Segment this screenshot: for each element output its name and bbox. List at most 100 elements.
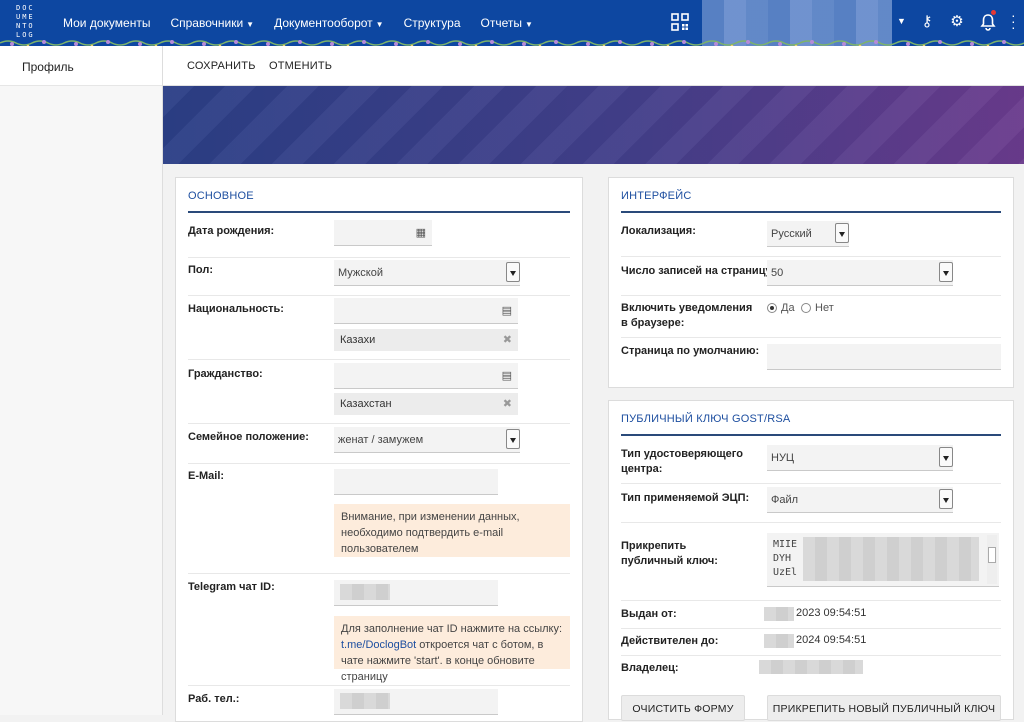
nav-label: Документооборот — [274, 16, 373, 30]
ca-type-select[interactable]: НУЦ — [767, 445, 953, 471]
eds-type-select[interactable]: Файл — [767, 487, 953, 513]
remove-icon[interactable]: ✖ — [503, 397, 512, 410]
nav-workflow[interactable]: Документооборот ▼ — [274, 16, 384, 30]
marital-status-select[interactable]: женат / замужем — [334, 427, 520, 453]
card-title-rule — [621, 434, 1001, 436]
notifications-no-radio[interactable] — [801, 303, 811, 313]
telegram-bot-link[interactable]: t.me/DoclogBot — [341, 639, 416, 651]
default-page-field[interactable] — [767, 344, 1001, 370]
notification-dot — [991, 10, 996, 15]
nationality-search-field[interactable]: ▤ — [334, 298, 518, 324]
card-title: ОСНОВНОЕ — [188, 190, 254, 202]
gender-select[interactable]: Мужской — [334, 260, 520, 286]
ca-type-label: Тип удостоверяющего центра: — [621, 448, 743, 475]
row-divider — [188, 295, 570, 296]
book-icon[interactable]: ▤ — [502, 369, 512, 382]
public-key-textarea[interactable]: MIIE DYH UzEl — [767, 533, 999, 587]
ca-type-value: НУЦ — [771, 452, 795, 464]
logo-line: NTO — [16, 22, 35, 30]
page-size-select[interactable]: 50 — [767, 260, 953, 286]
calendar-icon[interactable]: ▦ — [416, 226, 426, 239]
action-bar: СОХРАНИТЬ ОТМЕНИТЬ — [163, 46, 1024, 86]
sidebar: Профиль — [0, 46, 163, 715]
work-phone-redacted — [340, 693, 390, 709]
issued-from-value: 2023 09:54:51 — [796, 607, 867, 619]
row-divider — [621, 295, 1001, 296]
save-button[interactable]: СОХРАНИТЬ — [187, 60, 256, 72]
textarea-scrollbar[interactable] — [987, 535, 997, 584]
row-divider — [621, 483, 1001, 484]
nav-directories[interactable]: Справочники ▼ — [170, 16, 254, 30]
citizenship-value: Казахстан — [340, 398, 392, 410]
chevron-down-icon[interactable] — [939, 489, 953, 509]
attach-new-key-button[interactable]: ПРИКРЕПИТЬ НОВЫЙ ПУБЛИЧНЫЙ КЛЮЧ — [767, 695, 1001, 721]
issued-date-redacted — [764, 607, 794, 621]
gender-label: Пол: — [188, 264, 214, 276]
locale-label: Локализация: — [621, 225, 696, 237]
marital-status-value: женат / замужем — [338, 434, 424, 446]
row-divider — [621, 256, 1001, 257]
app-logo[interactable]: DOC UME NTO LOG — [16, 4, 46, 42]
row-divider — [188, 463, 570, 464]
locale-select[interactable]: Русский — [767, 221, 849, 247]
telegram-id-redacted — [340, 584, 390, 600]
chevron-down-icon[interactable] — [939, 262, 953, 282]
notifications-yes-label: Да — [781, 302, 795, 314]
birth-date-label: Дата рождения: — [188, 225, 275, 237]
card-title-rule — [188, 211, 570, 213]
nav-reports[interactable]: Отчеты ▼ — [481, 16, 533, 30]
row-divider — [188, 257, 570, 258]
citizenship-chip: Казахстан ✖ — [334, 393, 518, 415]
telegram-field[interactable] — [334, 580, 498, 606]
notifications-yes-radio[interactable] — [767, 303, 777, 313]
nationality-chip: Казахи ✖ — [334, 329, 518, 351]
birth-date-field[interactable]: ▦ — [334, 220, 432, 246]
locale-value: Русский — [771, 228, 812, 240]
citizenship-search-field[interactable]: ▤ — [334, 363, 518, 389]
chevron-down-icon[interactable] — [939, 447, 953, 467]
chevron-down-icon[interactable] — [506, 262, 520, 282]
telegram-label: Telegram чат ID: — [188, 581, 275, 593]
nav-structure[interactable]: Структура — [404, 16, 461, 30]
user-menu-caret-icon[interactable]: ▼ — [897, 16, 906, 26]
chevron-down-icon[interactable] — [506, 429, 520, 449]
row-divider — [621, 337, 1001, 338]
row-divider — [188, 359, 570, 360]
logo-line: UME — [16, 13, 35, 21]
clear-form-button[interactable]: ОЧИСТИТЬ ФОРМУ — [621, 695, 745, 721]
work-phone-field[interactable] — [334, 689, 498, 715]
row-divider — [621, 522, 1001, 523]
page-size-value: 50 — [771, 267, 784, 279]
card-title: ПУБЛИЧНЫЙ КЛЮЧ GOST/RSA — [621, 413, 791, 425]
nationality-value: Казахи — [340, 334, 376, 346]
remove-icon[interactable]: ✖ — [503, 333, 512, 346]
nav-my-documents[interactable]: Мои документы — [63, 16, 150, 30]
more-vertical-icon[interactable]: · · · — [1011, 8, 1016, 34]
caret-down-icon: ▼ — [525, 20, 533, 29]
sidebar-item-label: Профиль — [22, 60, 74, 74]
cancel-button[interactable]: ОТМЕНИТЬ — [269, 60, 332, 72]
telegram-hint-text: Для заполнение чат ID нажмите на ссылку: — [341, 623, 563, 635]
interface-card: ИНТЕРФЕЙС Локализация: Русский Число зап… — [608, 177, 1014, 388]
caret-down-icon: ▼ — [375, 20, 384, 29]
chevron-down-icon[interactable] — [835, 223, 849, 243]
bell-icon[interactable] — [979, 13, 997, 31]
card-title-rule — [621, 211, 1001, 213]
owner-redacted — [759, 660, 863, 674]
key-icon[interactable]: ⚷ — [918, 12, 936, 32]
logo-line: DOC — [16, 4, 35, 12]
email-label: E-Mail: — [188, 470, 225, 482]
email-field[interactable] — [334, 469, 498, 495]
sidebar-item-profile[interactable]: Профиль — [0, 46, 162, 86]
settings-icon[interactable]: ⚙ — [948, 12, 966, 32]
row-divider — [621, 655, 1001, 656]
nationality-label: Национальность: — [188, 303, 284, 315]
owner-label: Владелец: — [621, 662, 679, 674]
notifications-no-label: Нет — [815, 302, 834, 314]
row-divider — [621, 600, 1001, 601]
gender-value: Мужской — [338, 267, 383, 279]
qr-code-icon[interactable] — [671, 13, 689, 31]
book-icon[interactable]: ▤ — [502, 304, 512, 317]
scrollbar-thumb[interactable] — [988, 547, 996, 563]
key-content-redacted — [803, 537, 979, 581]
